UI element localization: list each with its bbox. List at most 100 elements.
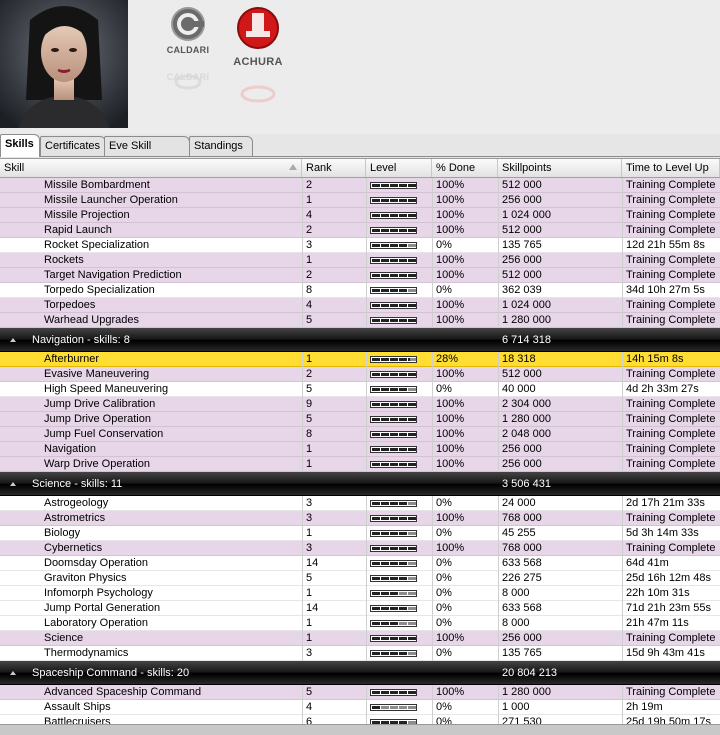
skill-points: 18 318 <box>502 353 536 365</box>
skill-level <box>370 631 430 646</box>
skill-row[interactable]: Jump Drive Operation 5 100% 1 280 000 Traini… <box>0 412 720 427</box>
skill-row[interactable]: Torpedoes 4 100% 1 024 000 Training Complete <box>0 298 720 313</box>
level-segment <box>408 562 416 565</box>
skill-row[interactable]: Astrometrics 3 100% 768 000 Training Complet… <box>0 511 720 526</box>
skill-row[interactable]: Doomsday Operation 14 0% 633 568 64d 41m <box>0 556 720 571</box>
skill-time-to-level: 21h 47m 11s <box>626 617 689 629</box>
level-segment <box>399 358 407 361</box>
skill-row[interactable]: Jump Portal Generation 14 0% 633 568 71d 21h… <box>0 601 720 616</box>
skill-percent-done: 0% <box>436 587 452 599</box>
group-header[interactable]: Navigation - skills: 8 6 714 318 <box>0 328 720 352</box>
collapse-triangle-icon[interactable] <box>10 482 16 486</box>
skill-level <box>370 457 430 472</box>
tab-eve-skill-queue[interactable]: Eve Skill Queue <box>104 136 190 171</box>
skill-row[interactable]: Target Navigation Prediction 2 100% 512 000… <box>0 268 720 283</box>
tab-skills[interactable]: Skills <box>0 134 40 157</box>
level-segment <box>372 463 380 466</box>
level-segment <box>399 373 407 376</box>
level-segment <box>408 592 416 595</box>
level-segment <box>372 607 380 610</box>
skill-row[interactable]: Cybernetics 3 100% 768 000 Training Complete <box>0 541 720 556</box>
skill-level <box>370 511 430 526</box>
column-divider <box>498 298 499 313</box>
tab-certificates[interactable]: Certificates <box>40 136 106 156</box>
skill-rank: 4 <box>306 701 313 713</box>
column-header-done[interactable]: % Done <box>432 159 498 177</box>
skill-name: Science <box>44 632 84 644</box>
column-divider <box>498 178 499 193</box>
column-divider <box>432 397 433 412</box>
character-portrait[interactable] <box>0 0 128 128</box>
level-indicator <box>370 575 417 582</box>
skill-name: Rocket Specialization <box>44 239 150 251</box>
level-segment <box>381 358 389 361</box>
skill-row[interactable]: Rocket Specialization 3 0% 135 765 12d 21h 5… <box>0 238 720 253</box>
level-segment <box>381 706 389 709</box>
column-divider <box>366 646 367 661</box>
skill-name: Jump Portal Generation <box>44 602 161 614</box>
column-divider <box>622 556 623 571</box>
skill-row[interactable]: Missile Bombardment 2 100% 512 000 Training … <box>0 178 720 193</box>
collapse-triangle-icon[interactable] <box>10 338 16 342</box>
skill-row[interactable]: Laboratory Operation 1 0% 8 000 21h 47m 11s <box>0 616 720 631</box>
group-header[interactable]: Science - skills: 11 3 506 431 <box>0 472 720 496</box>
skill-name: Missile Bombardment <box>44 179 150 191</box>
level-segment <box>408 532 416 535</box>
skill-row[interactable]: Biology 1 0% 45 255 5d 3h 14m 33s <box>0 526 720 541</box>
skill-row[interactable]: Thermodynamics 3 0% 135 765 15d 9h 43m 41s <box>0 646 720 661</box>
skill-row[interactable]: Assault Ships 4 0% 1 000 2h 19m <box>0 700 720 715</box>
skill-row[interactable]: Torpedo Specialization 8 0% 362 039 34d 10h … <box>0 283 720 298</box>
column-divider <box>498 382 499 397</box>
column-divider <box>366 457 367 472</box>
column-header-rank[interactable]: Rank <box>302 159 366 177</box>
column-header-level[interactable]: Level <box>366 159 432 177</box>
skill-row[interactable]: Astrogeology 3 0% 24 000 2d 17h 21m 33s <box>0 496 720 511</box>
level-segment <box>399 622 407 625</box>
group-label: Navigation - skills: 8 <box>32 334 130 346</box>
level-segment <box>372 502 380 505</box>
skill-row[interactable]: Rockets 1 100% 256 000 Training Complete <box>0 253 720 268</box>
skill-row[interactable]: Jump Drive Calibration 9 100% 2 304 000 Trai… <box>0 397 720 412</box>
column-divider <box>302 457 303 472</box>
skill-row[interactable]: Graviton Physics 5 0% 226 275 25d 16h 12m 48… <box>0 571 720 586</box>
column-divider <box>622 193 623 208</box>
collapse-triangle-icon[interactable] <box>10 671 16 675</box>
skill-row[interactable]: Warp Drive Operation 1 100% 256 000 Training… <box>0 457 720 472</box>
column-header-skillpoints[interactable]: Skillpoints <box>498 159 622 177</box>
level-segment <box>372 622 380 625</box>
skill-percent-done: 0% <box>436 572 452 584</box>
skill-time-to-level: Training Complete <box>626 368 716 380</box>
skill-row[interactable]: Jump Fuel Conservation 8 100% 2 048 000 Trai… <box>0 427 720 442</box>
skill-row[interactable]: Missile Projection 4 100% 1 024 000 Training… <box>0 208 720 223</box>
skill-row[interactable]: High Speed Maneuvering 5 0% 40 000 4d 2h 33m… <box>0 382 720 397</box>
column-divider <box>498 268 499 283</box>
column-divider <box>302 208 303 223</box>
column-header-skill[interactable]: Skill <box>0 159 302 177</box>
level-segment <box>372 259 380 262</box>
skill-points: 24 000 <box>502 497 536 509</box>
horizontal-scrollbar[interactable] <box>0 724 720 735</box>
skill-row[interactable]: Afterburner 1 28% 18 318 14h 15m 8s <box>0 352 720 367</box>
level-segment <box>381 418 389 421</box>
skill-percent-done: 100% <box>436 254 465 266</box>
skill-rank: 1 <box>306 353 313 365</box>
skill-row[interactable]: Missile Launcher Operation 1 100% 256 000 Tr… <box>0 193 720 208</box>
skill-row[interactable]: Evasive Maneuvering 2 100% 512 000 Training … <box>0 367 720 382</box>
level-segment <box>372 433 380 436</box>
skill-points: 2 304 000 <box>502 398 551 410</box>
skill-row[interactable]: Rapid Launch 2 100% 512 000 Training Complet… <box>0 223 720 238</box>
column-header-time[interactable]: Time to Level Up <box>622 159 720 177</box>
skill-name: Missile Launcher Operation <box>44 194 178 206</box>
skill-name: Infomorph Psychology <box>44 587 153 599</box>
column-divider <box>498 193 499 208</box>
group-header[interactable]: Spaceship Command - skills: 20 20 804 213 <box>0 661 720 685</box>
skill-row[interactable]: Navigation 1 100% 256 000 Training Complete <box>0 442 720 457</box>
tab-standings[interactable]: Standings <box>189 136 253 156</box>
skill-percent-done: 100% <box>436 209 465 221</box>
skill-row[interactable]: Infomorph Psychology 1 0% 8 000 22h 10m 31s <box>0 586 720 601</box>
column-divider <box>366 586 367 601</box>
skill-row[interactable]: Warhead Upgrades 5 100% 1 280 000 Training C… <box>0 313 720 328</box>
column-divider <box>366 238 367 253</box>
skill-row[interactable]: Science 1 100% 256 000 Training Complete <box>0 631 720 646</box>
skill-row[interactable]: Advanced Spaceship Command 5 100% 1 280 000… <box>0 685 720 700</box>
